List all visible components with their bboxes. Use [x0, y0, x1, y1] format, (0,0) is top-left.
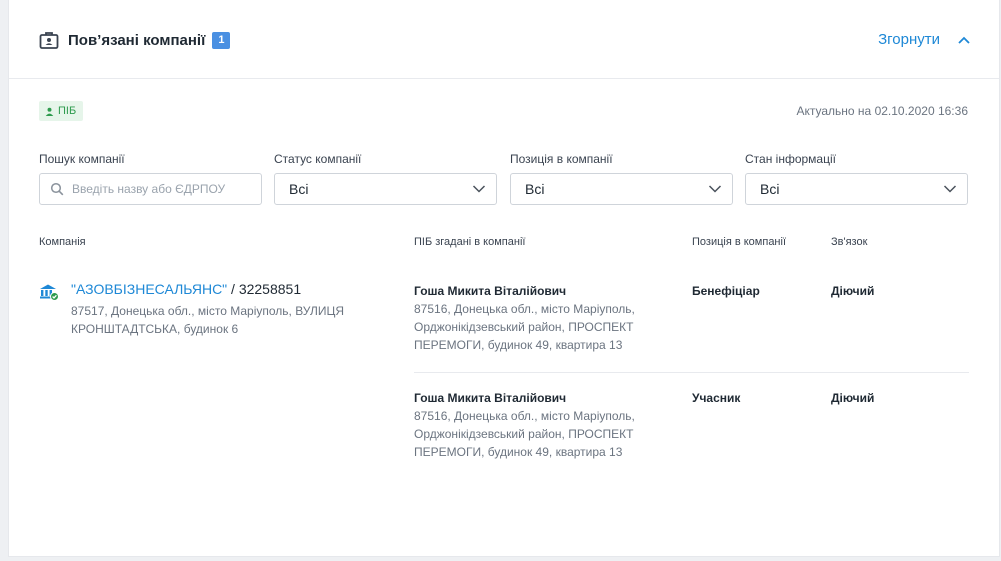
column-header-person: ПІБ згадані в компанії [414, 236, 526, 248]
company-search-filter: Пошук компанії Введіть назву або ЄДРПОУ [39, 152, 262, 205]
chevron-down-icon [708, 185, 722, 193]
pib-badge: ПІБ [39, 101, 84, 121]
position-filter: Позиція в компанії Всі [510, 152, 733, 205]
position-select[interactable]: Всі [510, 173, 733, 205]
position-label: Позиція в компанії [510, 152, 613, 166]
person-position: Учасник [692, 391, 741, 405]
count-badge: 1 [212, 31, 231, 49]
position-value: Всі [525, 181, 545, 197]
search-input[interactable]: Введіть назву або ЄДРПОУ [39, 173, 262, 205]
person-address: 87516, Донецька обл., місто Маріуполь, О… [414, 302, 635, 352]
status-value: Всі [289, 181, 309, 197]
person-position: Бенефіціар [692, 284, 760, 298]
chevron-up-icon [958, 36, 970, 44]
company-address: 87517, Донецька обл., місто Маріуполь, В… [71, 304, 345, 336]
column-header-position: Позиція в компанії [692, 236, 787, 248]
person-relation: Діючий [831, 391, 875, 405]
chevron-down-icon [943, 185, 957, 193]
related-companies-card: Пов’язані компанії 1 Згорнути ПІБ Актуал… [8, 0, 1000, 557]
card-title-group: Пов’язані компанії 1 [39, 30, 231, 50]
info-state-select[interactable]: Всі [745, 173, 968, 205]
collapse-button[interactable]: Згорнути [878, 31, 971, 48]
info-state-filter: Стан інформації Всі [745, 152, 968, 205]
search-placeholder: Введіть назву або ЄДРПОУ [72, 182, 226, 196]
person-icon [45, 107, 54, 116]
search-icon [50, 182, 64, 196]
company-link[interactable]: "АЗОВБІЗНЕСАЛЬЯНС" [71, 281, 227, 297]
table-row: Гоша Микита Віталійович 87516, Донецька … [414, 391, 969, 461]
status-label: Статус компанії [274, 152, 362, 166]
updated-timestamp: Актуально на 02.10.2020 16:36 [796, 104, 968, 118]
status-filter: Статус компанії Всі [274, 152, 497, 205]
company-name: "АЗОВБІЗНЕСАЛЬЯНС" / 32258851 [71, 281, 301, 297]
row-divider [414, 372, 969, 373]
status-select[interactable]: Всі [274, 173, 497, 205]
company-code: / 32258851 [227, 281, 302, 297]
table-row: Гоша Микита Віталійович 87516, Донецька … [414, 284, 969, 354]
person-relation: Діючий [831, 284, 875, 298]
card-title: Пов’язані компанії [68, 31, 206, 49]
chevron-down-icon [472, 185, 486, 193]
column-header-relation: Зв'язок [831, 236, 868, 248]
briefcase-icon [39, 32, 59, 49]
bank-building-icon [40, 284, 59, 301]
collapse-label: Згорнути [878, 31, 940, 48]
person-address: 87516, Донецька обл., місто Маріуполь, О… [414, 409, 635, 459]
info-state-label: Стан інформації [745, 152, 836, 166]
card-header: Пов’язані компанії 1 Згорнути [9, 0, 999, 79]
column-header-company: Компанія [39, 236, 86, 248]
info-state-value: Всі [760, 181, 780, 197]
search-label: Пошук компанії [39, 152, 125, 166]
pib-badge-label: ПІБ [58, 105, 77, 117]
